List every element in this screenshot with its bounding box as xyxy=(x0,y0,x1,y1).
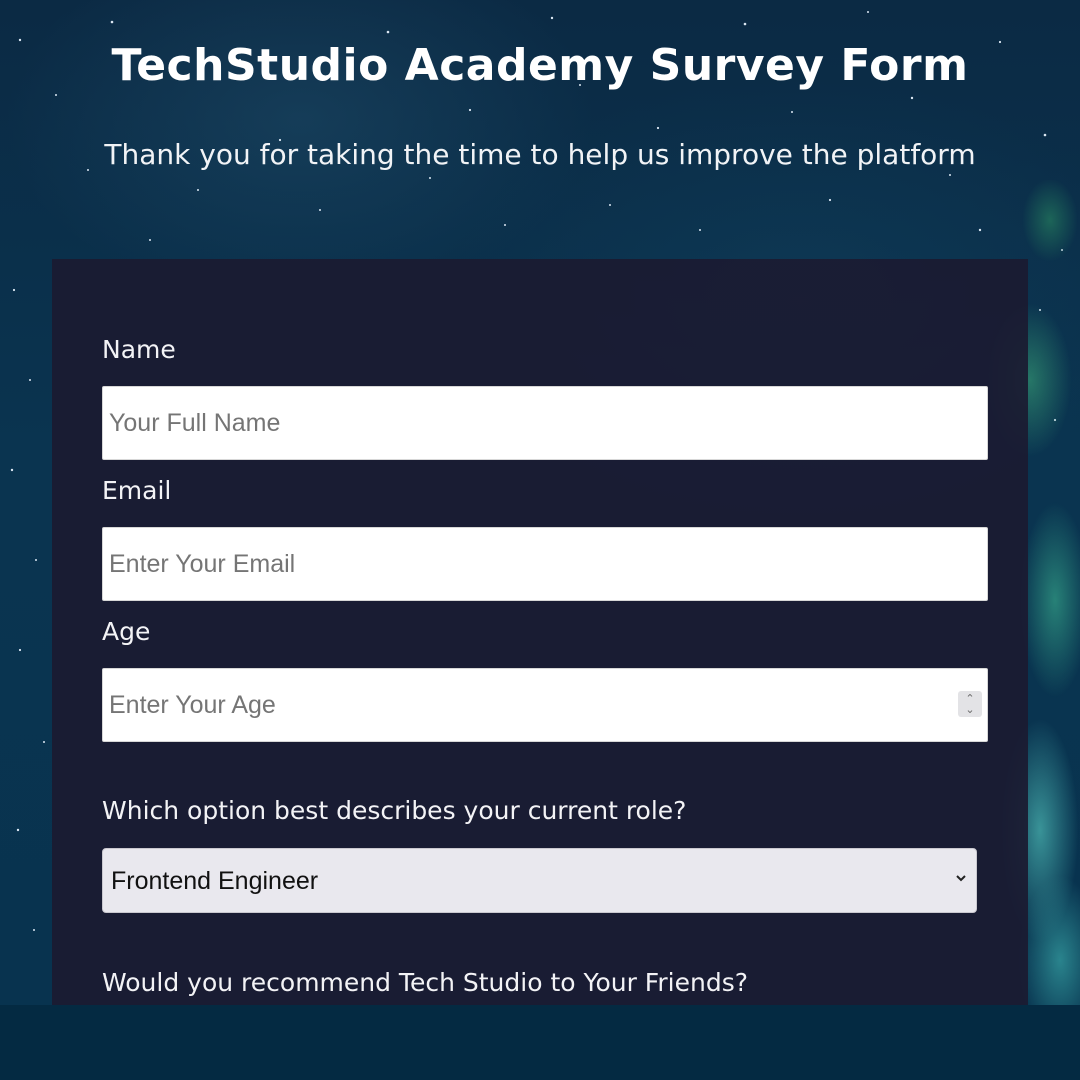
name-input[interactable] xyxy=(102,386,988,460)
age-input[interactable] xyxy=(102,668,988,742)
footer-band xyxy=(0,1005,1080,1080)
recommend-question-label: Would you recommend Tech Studio to Your … xyxy=(102,968,748,997)
page-subtitle: Thank you for taking the time to help us… xyxy=(104,138,976,171)
role-select-value: Frontend Engineer xyxy=(111,867,319,895)
number-spinner-icon[interactable]: ⌃ ⌄ xyxy=(958,691,982,717)
email-input[interactable] xyxy=(102,527,988,601)
role-question-label: Which option best describes your current… xyxy=(102,796,687,825)
name-label: Name xyxy=(102,335,176,364)
chevron-down-icon xyxy=(956,875,966,882)
role-select[interactable]: Frontend Engineer xyxy=(102,848,977,913)
age-label: Age xyxy=(102,617,151,646)
page-title: TechStudio Academy Survey Form xyxy=(111,40,969,91)
email-label: Email xyxy=(102,476,172,505)
